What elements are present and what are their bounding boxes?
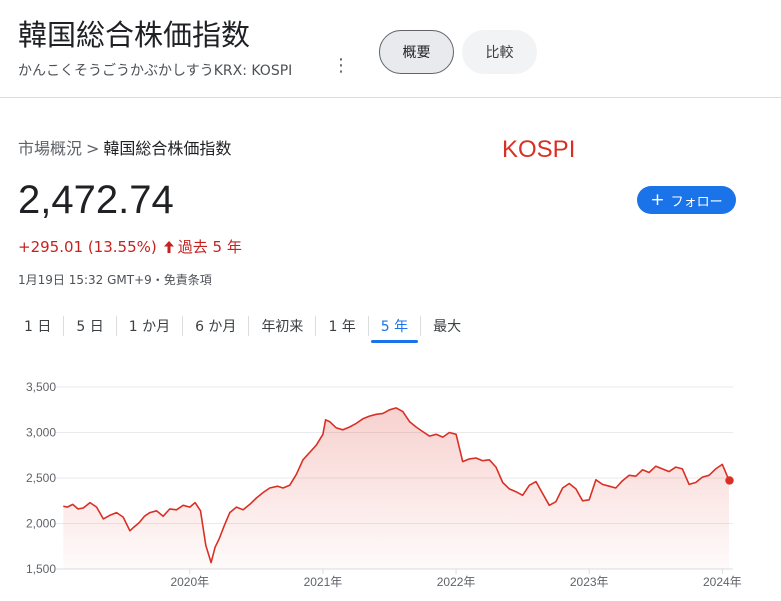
breadcrumb-current: 韓国総合株価指数	[103, 139, 232, 158]
y-tick-label: 1,500	[26, 562, 56, 576]
overview-tab[interactable]: 概要	[379, 30, 454, 74]
range-tab[interactable]: 年初来	[249, 312, 315, 340]
compare-tab[interactable]: 比較	[462, 30, 537, 74]
quote-timestamp: 1月19日 15:32 GMT+9・免責条項	[18, 273, 212, 287]
plus-icon: +	[650, 189, 665, 210]
follow-button-label: フォロー	[670, 194, 723, 210]
current-price: 2,472.74	[18, 178, 174, 222]
x-tick-label: 2021年	[304, 575, 343, 589]
follow-button[interactable]: + フォロー	[637, 186, 736, 214]
latest-price-point[interactable]	[725, 476, 734, 485]
price-change: +295.01 (13.55%) 過去 5 年	[18, 236, 242, 257]
y-tick-label: 2,000	[26, 517, 56, 531]
range-tab[interactable]: 5 日	[64, 312, 115, 340]
ticker-annotation: KOSPI	[502, 136, 576, 163]
arrow-up-icon	[163, 240, 175, 254]
breadcrumb-separator: >	[86, 139, 100, 158]
price-change-value: +295.01 (13.55%)	[18, 237, 157, 256]
y-tick-label: 3,000	[26, 426, 56, 440]
ticker-subtitle: かんこくそうごうかぶかしすうKRX: KOSPI	[18, 63, 293, 79]
x-tick-label: 2022年	[437, 575, 476, 589]
price-chart[interactable]: 3,500 3,000 2,500 2,000 1,500 2020年 2021年 2022…	[0, 370, 781, 601]
y-tick-label: 3,500	[26, 380, 56, 394]
range-tab[interactable]: 5 年	[369, 312, 420, 343]
quote-header: 韓国総合株価指数 かんこくそうごうかぶかしすうKRX: KOSPI ⋮ 概要 比…	[0, 0, 781, 98]
range-selector: 1 日5 日1 か月 6 か月 年初来 1 年5 年最大	[18, 312, 473, 343]
x-tick-label: 2024年	[703, 575, 742, 589]
range-tab[interactable]: 1 日	[18, 312, 63, 340]
range-tab[interactable]: 1 か月	[117, 312, 182, 340]
x-axis: 2020年 2021年 2022年 2023年 2024年	[170, 569, 742, 589]
y-axis: 3,500 3,000 2,500 2,000 1,500	[26, 380, 56, 576]
breadcrumb-market-overview[interactable]: 市場概況	[18, 139, 82, 158]
x-tick-label: 2023年	[570, 575, 609, 589]
price-change-period: 過去 5 年	[177, 238, 242, 256]
x-tick-label: 2020年	[170, 575, 209, 589]
y-tick-label: 2,500	[26, 471, 56, 485]
breadcrumb: 市場概況 > 韓国総合株価指数	[18, 135, 231, 159]
range-tab[interactable]: 1 年	[316, 312, 367, 340]
page-title: 韓国総合株価指数	[18, 18, 251, 52]
range-tab[interactable]: 6 か月	[183, 312, 248, 340]
more-options-icon[interactable]: ⋮	[332, 56, 350, 76]
range-tab[interactable]: 最大	[421, 312, 473, 340]
